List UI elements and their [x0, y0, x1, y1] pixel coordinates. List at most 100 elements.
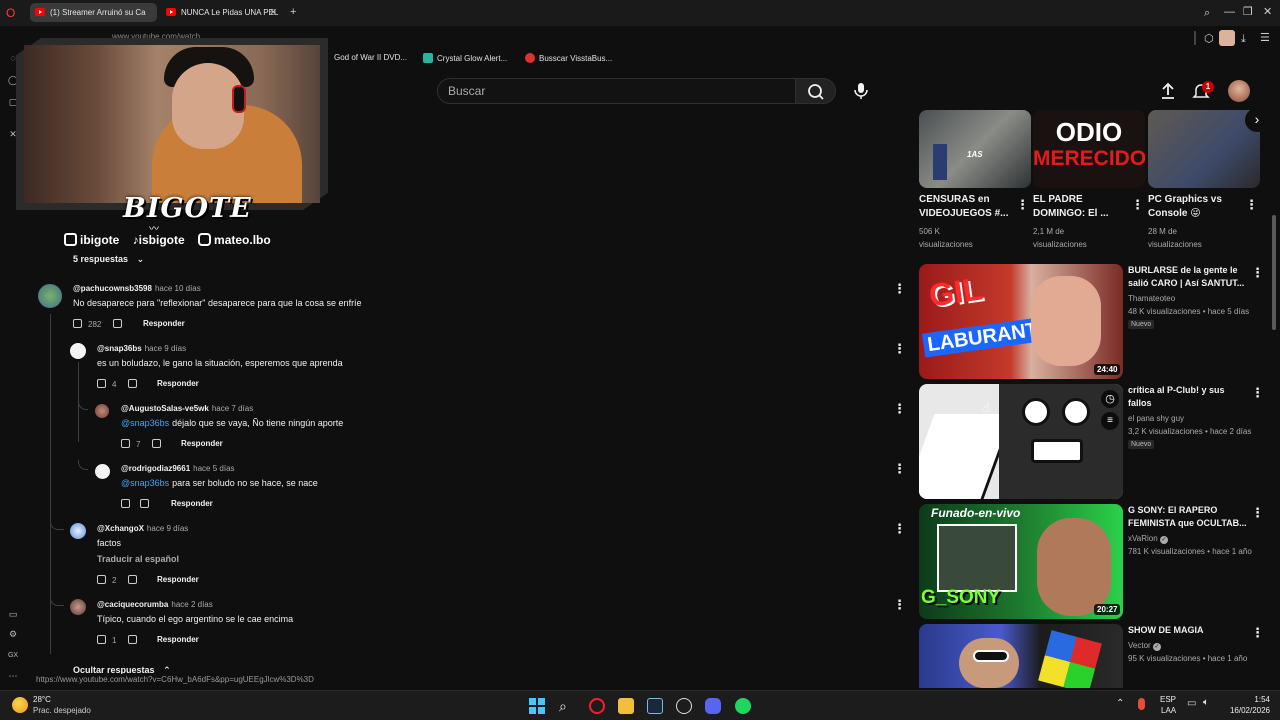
like-icon[interactable] [121, 439, 130, 448]
video-thumbnail[interactable] [919, 384, 1123, 499]
video-thumbnail[interactable] [919, 624, 1123, 688]
profile-avatar[interactable] [1219, 30, 1235, 46]
video-thumbnail[interactable]: Funado-en-vivo G_SONY [919, 504, 1123, 619]
more-actions-icon[interactable]: ⋮ [1251, 386, 1264, 400]
volume-icon[interactable]: 🔈︎ [1203, 697, 1209, 708]
add-to-queue-icon[interactable]: ≡ [1101, 412, 1119, 430]
more-actions-icon[interactable]: ⋮ [1016, 198, 1029, 212]
spotify-icon[interactable] [735, 698, 751, 714]
shelf-thumbnail[interactable]: ODIO MERECIDO [1033, 110, 1145, 188]
dislike-icon[interactable] [128, 575, 138, 584]
video-channel[interactable]: Thamateoteo [1128, 292, 1175, 305]
extensions-icon[interactable]: ⬡ [1204, 32, 1214, 46]
comment-author[interactable]: @pachucownsb3598 hace 10 días [73, 284, 201, 293]
video-title[interactable]: crítica al P-Club! y sus fallos [1128, 384, 1225, 410]
comment-author[interactable]: @AugustoSalas-ve5wk hace 7 días [121, 404, 253, 413]
tab-active[interactable]: (1) Streamer Arruinó su Ca [30, 3, 157, 22]
chatgpt-icon[interactable] [676, 698, 692, 714]
search-tabs-icon[interactable]: ⌕ [1204, 6, 1210, 20]
menu-icon[interactable]: ☰ [1260, 31, 1270, 45]
reply-button[interactable]: Responder [181, 439, 223, 448]
search-input[interactable]: Buscar [437, 78, 796, 104]
reply-button[interactable]: Responder [157, 379, 199, 388]
shelf-thumbnail[interactable]: 1AS [919, 110, 1031, 188]
more-actions-icon[interactable]: ⋮ [893, 462, 906, 476]
comment-author[interactable]: @rodrigodiaz9661 hace 5 días [121, 464, 235, 473]
more-actions-icon[interactable]: ⋮ [1245, 198, 1258, 212]
more-actions-icon[interactable]: ⋮ [1251, 266, 1264, 280]
video-thumbnail[interactable]: GIL LABURANTE! [919, 264, 1123, 379]
more-actions-icon[interactable]: ⋮ [893, 402, 906, 416]
video-channel[interactable]: xVaRion ✓ [1128, 532, 1168, 545]
reply-button[interactable]: Responder [171, 499, 213, 508]
like-icon[interactable] [121, 499, 130, 508]
bookmark-item[interactable]: Crystal Glow Alert... [423, 53, 507, 63]
mention-link[interactable]: @snap36bs [121, 418, 169, 428]
opera-gx-icon[interactable] [589, 698, 605, 714]
weather-desc[interactable]: Prac. despejado [33, 706, 91, 715]
reply-button[interactable]: Responder [143, 319, 185, 328]
video-title[interactable]: BURLARSE de la gente le salió CARO | Así … [1128, 264, 1244, 290]
dislike-icon[interactable] [113, 319, 123, 328]
like-icon[interactable] [97, 635, 106, 644]
comment-time[interactable]: hace 2 días [171, 600, 212, 609]
video-channel[interactable]: Vector ✓ [1128, 639, 1161, 652]
file-explorer-icon[interactable] [618, 698, 634, 714]
new-tab-button[interactable]: + [290, 5, 296, 19]
like-icon[interactable] [97, 575, 106, 584]
steam-icon[interactable] [647, 698, 663, 714]
video-channel[interactable]: el pana shy guy [1128, 412, 1184, 425]
comment-author[interactable]: @snap36bs hace 9 días [97, 344, 186, 353]
download-icon[interactable]: ⤓ [1241, 32, 1246, 46]
microphone-in-use-icon[interactable] [1138, 698, 1145, 710]
close-window-icon[interactable]: ✕ [1263, 5, 1272, 19]
sidebar-wallet-icon[interactable]: ▭ [7, 608, 19, 620]
like-icon[interactable] [73, 319, 82, 328]
tray-chevron-up-icon[interactable]: ⌃ [1116, 698, 1124, 709]
avatar[interactable] [95, 464, 110, 479]
comment-author[interactable]: @XchangoX hace 9 días [97, 524, 188, 533]
shelf-title[interactable]: PC Graphics vs Console 😜 [1148, 193, 1222, 221]
dislike-icon[interactable] [152, 439, 162, 448]
more-actions-icon[interactable]: ⋮ [893, 522, 906, 536]
dislike-icon[interactable] [140, 499, 149, 508]
weather-sun-icon[interactable] [12, 697, 28, 713]
tab-inactive[interactable]: NUNCA Le Pidas UNA PEL ✕ [161, 3, 281, 22]
search-icon[interactable]: ⌕ [559, 698, 575, 714]
account-avatar[interactable] [1228, 80, 1250, 102]
avatar[interactable] [70, 599, 86, 615]
close-tab-icon[interactable]: ✕ [269, 3, 277, 22]
comment-time[interactable]: hace 7 días [212, 404, 253, 413]
sidebar-gx-icon[interactable]: GX [7, 650, 19, 662]
more-actions-icon[interactable]: ⋮ [893, 598, 906, 612]
avatar[interactable] [95, 404, 109, 418]
mention-link[interactable]: @snap36bs [121, 478, 169, 488]
comment-time[interactable]: hace 9 días [145, 344, 186, 353]
network-icon[interactable]: ▭ [1187, 698, 1196, 709]
shelf-next-button[interactable]: › [1245, 108, 1269, 132]
sidebar-more-icon[interactable]: ⋯ [7, 670, 19, 682]
bookmark-item[interactable]: God of War II DVD... [334, 53, 407, 62]
shelf-title[interactable]: EL PADRE DOMINGO: El ... [1033, 193, 1109, 221]
sidebar-settings-icon[interactable]: ⚙ [7, 628, 19, 640]
video-title[interactable]: G SONY: El RAPERO FEMINISTA que OCULTAB..… [1128, 504, 1247, 530]
weather-temp[interactable]: 28°C [33, 695, 51, 704]
minimize-icon[interactable]: — [1224, 5, 1235, 19]
more-actions-icon[interactable]: ⋮ [893, 342, 906, 356]
search-button[interactable] [796, 78, 836, 104]
maximize-icon[interactable]: ❐ [1243, 5, 1253, 19]
opera-logo-icon[interactable]: O [6, 6, 15, 20]
like-icon[interactable] [97, 379, 106, 388]
avatar[interactable] [70, 523, 86, 539]
more-actions-icon[interactable]: ⋮ [1251, 506, 1264, 520]
dislike-icon[interactable] [128, 379, 138, 388]
dislike-icon[interactable] [128, 635, 138, 644]
shelf-title[interactable]: CENSURAS en VIDEOJUEGOS #... [919, 193, 1008, 221]
voice-search-button[interactable] [849, 79, 873, 103]
discord-icon[interactable] [705, 698, 721, 714]
upload-icon[interactable] [1160, 82, 1176, 100]
comment-time[interactable]: hace 9 días [147, 524, 188, 533]
keyboard-layout[interactable]: LAA [1161, 706, 1176, 715]
more-actions-icon[interactable]: ⋮ [893, 282, 906, 296]
avatar[interactable] [70, 343, 86, 359]
